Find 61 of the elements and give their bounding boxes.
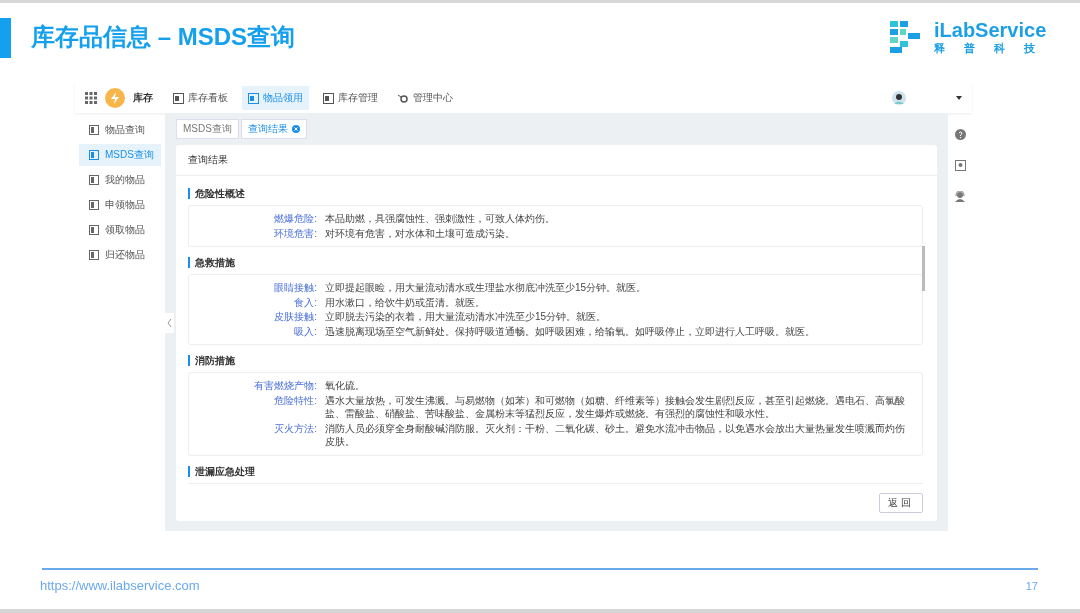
list-icon (89, 125, 99, 135)
nav-tab[interactable]: 库存管理 (317, 86, 384, 110)
field-label: 食入: (293, 295, 318, 309)
sidebar-item[interactable]: 领取物品 (79, 219, 161, 241)
field-label: 吸入: (293, 324, 318, 338)
app-name: 库存 (133, 91, 153, 105)
field-label: 燃爆危险: (273, 212, 318, 226)
field-label: 灭火方法: (273, 421, 318, 436)
brand-logo-icon (105, 88, 125, 108)
card-title: 查询结果 (176, 145, 937, 176)
back-button[interactable]: 返回 (879, 493, 923, 513)
field-value: 消防人员必须穿全身耐酸碱消防服。灭火剂：干粉、二氧化碳、砂土。避免水流冲击物品，以免遇水会放出大量热量发生喷溅而灼伤皮肤。 (325, 421, 906, 449)
website-url: https://www.ilabservice.com (40, 578, 200, 593)
close-icon[interactable] (291, 125, 300, 133)
panel-icon (248, 92, 259, 104)
panel-icon (173, 92, 184, 104)
field-label: 皮肤接触: (273, 310, 318, 324)
field-label: 危险特性: (273, 393, 318, 408)
field-value: 氧化硫。 (325, 379, 365, 393)
field-value: 对环境有危害，对水体和土壤可造成污染。 (325, 226, 515, 240)
list-icon (89, 175, 99, 185)
caret-icon[interactable] (956, 96, 962, 100)
field-value: 迅速脱离现场至空气新鲜处。保持呼吸道通畅。如呼吸困难，给输氧。如呼吸停止，立即进行人工呼吸。就医。 (325, 324, 815, 338)
sidebar-item[interactable]: 物品查询 (79, 119, 161, 141)
list-icon (89, 200, 99, 210)
panel-icon (323, 92, 334, 104)
field-label: 眼睛接触: (273, 281, 318, 295)
section-heading: 消防措施 (188, 355, 923, 366)
section-heading: 危险性概述 (188, 188, 923, 199)
section-heading: 急救措施 (188, 257, 923, 268)
user-avatar-icon[interactable] (892, 91, 906, 105)
breadcrumb-tab[interactable]: 查询结果 (240, 119, 307, 139)
list-icon (89, 225, 99, 235)
chevron-left-icon[interactable] (167, 319, 172, 327)
help-icon[interactable] (954, 129, 966, 140)
logo-name: iLabService (934, 19, 1048, 40)
logo-icon (890, 21, 922, 53)
field-label: 环境危害: (273, 226, 318, 240)
slide-title: 库存品信息 – MSDS查询 (31, 22, 296, 52)
field-value: 用水漱口，给饮牛奶或蛋清。就医。 (325, 295, 485, 309)
sidebar-item[interactable]: 我的物品 (79, 169, 161, 191)
sidebar-item[interactable]: 归还物品 (79, 244, 161, 266)
field-value: 遇水大量放热，可发生沸溅。与易燃物（如苯）和可燃物（如糖、纤维素等）接触会发生剧烈反应，甚至引起燃烧。遇电石、高氯酸盐、雷酸盐、硝酸盐、苦味酸盐、金属粉末等猛烈反应，发生爆炸或燃烧。有强烈的腐蚀性和吸水性。 (325, 393, 906, 421)
field-label: 有害燃烧产物: (253, 379, 318, 393)
field-value: 立即脱去污染的衣着，用大量流动清水冲洗至少15分钟。就医。 (325, 310, 607, 324)
title-accent-bar (0, 18, 11, 58)
section-heading: 泄漏应急处理 (188, 465, 923, 477)
list-icon (89, 250, 99, 260)
logo-subtitle: 释普科技 (934, 41, 1054, 55)
scrollbar-thumb[interactable] (922, 246, 925, 291)
page-number: 17 (1025, 580, 1038, 592)
sidebar-item[interactable]: 申领物品 (79, 194, 161, 216)
apps-grid-icon[interactable] (85, 92, 97, 104)
field-value: 立即提起眼睑，用大量流动清水或生理盐水彻底冲洗至少15分钟。就医。 (325, 281, 647, 295)
image-icon[interactable] (954, 160, 966, 171)
list-icon (89, 150, 99, 160)
nav-tab[interactable]: 库存看板 (167, 86, 234, 110)
support-agent-icon[interactable] (954, 191, 966, 202)
field-value: 本品助燃，具强腐蚀性、强刺激性，可致人体灼伤。 (325, 212, 555, 226)
nav-tab[interactable]: 管理中心 (392, 86, 459, 110)
breadcrumb-tab[interactable]: MSDS查询 (176, 119, 239, 139)
